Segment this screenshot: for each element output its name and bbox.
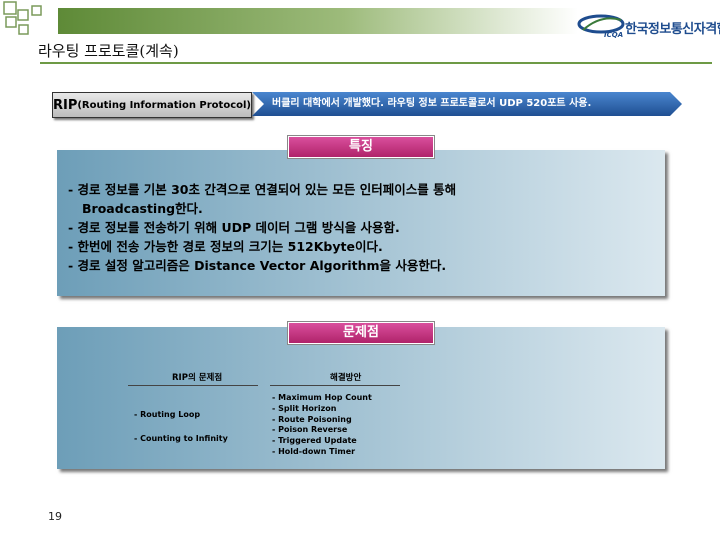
logo-org-name: 한국정보통신자격협회 (625, 22, 720, 37)
list-item: - Split Horizon (272, 403, 337, 413)
page-title: 라우팅 프로토콜(계속) (38, 42, 179, 60)
corner-squares-decoration (3, 1, 42, 35)
rip-full-name: (Routing Information Protocol) (77, 99, 252, 111)
list-item: - Triggered Update (272, 436, 357, 446)
rip-description: 버클리 대학에서 개발했다. 라우팅 정보 프로토콜로서 UDP 520포트 사… (272, 98, 592, 109)
problem-item: - Counting to Infinity (134, 434, 228, 443)
list-item: - 경로 정보를 기본 30초 간격으로 연결되어 있는 모든 인터페이스를 통… (68, 180, 658, 218)
list-item: - 한번에 전송 가능한 경로 정보의 크기는 512Kbyte이다. (68, 239, 383, 254)
rip-term-box: RIP (Routing Information Protocol) (52, 92, 252, 118)
problem-item: - Routing Loop (134, 410, 201, 419)
list-item: - Route Poisoning (272, 414, 352, 424)
list-item: - Maximum Hop Count (272, 393, 372, 402)
list-item: - Hold-down Timer (272, 446, 356, 456)
rip-name: RIP (52, 97, 78, 113)
list-item: - 경로 설정 알고리즘은 Distance Vector Algorithm을… (68, 258, 447, 273)
features-label: 특징 (288, 136, 434, 158)
solutions-column-header: 해결방안 (330, 373, 362, 383)
title-divider (40, 62, 712, 64)
logo-abbreviation: ICQA (604, 31, 624, 39)
page-number: 19 (48, 510, 62, 523)
problems-header-underline (128, 385, 258, 386)
list-item: - Poison Reverse (272, 425, 348, 435)
feature-text-continued: Broadcasting한다. (82, 201, 203, 216)
solutions-list: - Maximum Hop Count - Split Horizon - Ro… (272, 393, 372, 458)
solutions-header-underline (270, 385, 400, 386)
list-item: - 경로 정보를 전송하기 위해 UDP 데이터 그램 방식을 사용함. (68, 220, 400, 235)
problems-column-header: RIP의 문제점 (172, 373, 223, 383)
feature-text: - 경로 정보를 기본 30초 간격으로 연결되어 있는 모든 인터페이스를 통… (68, 182, 457, 197)
problems-label: 문제점 (288, 322, 434, 344)
features-list: - 경로 정보를 기본 30초 간격으로 연결되어 있는 모든 인터페이스를 통… (68, 180, 658, 275)
header-gradient-bar (58, 8, 578, 34)
